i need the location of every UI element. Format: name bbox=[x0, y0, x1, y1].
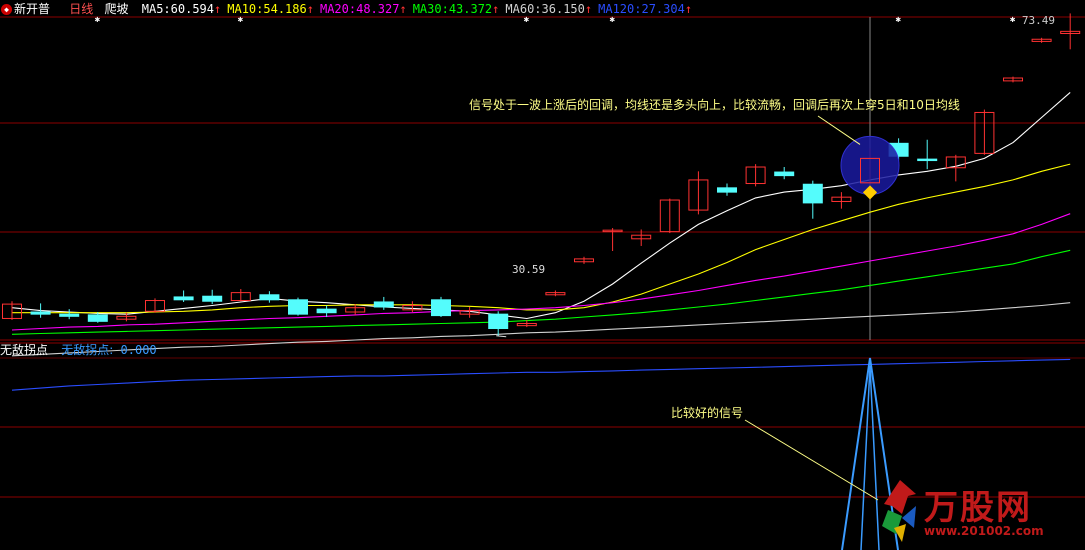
candle-body bbox=[259, 294, 280, 301]
ma-value: 27.304 bbox=[641, 2, 685, 16]
ma-arrow-icon: ↑ bbox=[492, 2, 500, 16]
candle-body bbox=[373, 301, 394, 308]
candle-body bbox=[87, 314, 108, 322]
ma-label: MA5: bbox=[141, 2, 171, 16]
watermark-url: www.201002.com bbox=[924, 524, 1044, 538]
watermark-brand: 万股网 bbox=[924, 488, 1032, 528]
stock-name[interactable]: 新开普 bbox=[14, 0, 50, 18]
ma120-line bbox=[11, 358, 1071, 391]
ma5-line bbox=[11, 91, 1071, 320]
indicator-header: 无敌拐点 无敌拐点: 0.000 bbox=[0, 341, 157, 359]
sub-annotation: 比较好的信号 bbox=[671, 406, 744, 420]
main-annotation: 信号处于一波上涨后的回调，均线还是多头向上，比较流畅，回调后再次上穿5日和10日… bbox=[469, 98, 960, 112]
ma-legend: MA5: 60.594↑ MA10: 54.186↑ MA20: 48.327↑ MA… bbox=[136, 0, 692, 18]
period-label[interactable]: 日线 bbox=[69, 0, 93, 18]
indicator-name[interactable]: 无敌拐点 bbox=[0, 341, 48, 359]
ma10-line bbox=[12, 163, 1071, 314]
candle-body bbox=[202, 295, 223, 302]
ma-arrow-icon: ↑ bbox=[399, 2, 407, 16]
candle-body bbox=[288, 299, 308, 315]
moving-averages bbox=[11, 91, 1071, 391]
chart-stage: ✱ ✱ ✱ ✱ ✱ ✱ ◆ 新开普 日线 爬坡 MA5: 60.594↑ MA10: 54.1… bbox=[0, 0, 1085, 550]
low-pointer bbox=[496, 335, 507, 338]
stock-logo-icon: ◆ bbox=[1, 4, 12, 15]
ma-value: 48.327 bbox=[356, 2, 400, 16]
candle-body bbox=[431, 299, 451, 317]
annotation-leader bbox=[817, 115, 861, 145]
ma60-line bbox=[11, 302, 1071, 357]
ma-label: MA60: bbox=[505, 2, 542, 16]
ma-legend-item: MA30: 43.372↑ bbox=[413, 0, 500, 18]
ma-label: MA10: bbox=[227, 2, 264, 16]
ma-value: 54.186 bbox=[263, 2, 307, 16]
candle-body bbox=[717, 187, 737, 193]
candle-body bbox=[488, 313, 509, 330]
ma-arrow-icon: ↑ bbox=[306, 2, 314, 16]
grid-lines: ✱ ✱ ✱ ✱ ✱ ✱ bbox=[0, 15, 1085, 498]
ma-value: 60.594 bbox=[170, 2, 215, 16]
marker-icon: ✱ bbox=[896, 15, 902, 25]
formula-name[interactable]: 爬坡 bbox=[105, 0, 129, 18]
candle-body bbox=[774, 171, 795, 177]
watermark: 万股网 www.201002.com bbox=[872, 470, 1072, 548]
signal-marks bbox=[496, 115, 900, 338]
ma-legend-item: MA60: 36.150↑ bbox=[505, 0, 592, 18]
sub-annotation-leader bbox=[744, 419, 879, 501]
ma-arrow-icon: ↑ bbox=[214, 2, 222, 16]
ma-arrow-icon: ↑ bbox=[584, 2, 593, 16]
indicator-line-label: 无敌拐点: bbox=[61, 343, 114, 357]
candle-body bbox=[59, 313, 80, 317]
price-high-label: 73.49 bbox=[1021, 14, 1055, 27]
ma-legend-item: MA5: 60.594↑ bbox=[142, 0, 222, 18]
candle-body bbox=[316, 308, 337, 314]
ma-label: MA120: bbox=[598, 2, 642, 16]
ma-label: MA20: bbox=[319, 2, 357, 16]
candle-body bbox=[917, 158, 938, 162]
ma-value: 36.150 bbox=[541, 2, 585, 16]
ma-legend-item: MA10: 54.186↑ bbox=[227, 0, 314, 18]
candles bbox=[2, 13, 1081, 336]
ma-legend-item: MA20: 48.327↑ bbox=[320, 0, 407, 18]
marker-icon: ✱ bbox=[1010, 15, 1016, 25]
ma-legend-item: MA120: 27.304↑ bbox=[598, 0, 692, 18]
main-header: ◆ 新开普 日线 爬坡 MA5: 60.594↑ MA10: 54.186↑ MA20… bbox=[0, 0, 692, 18]
candle-body bbox=[30, 311, 51, 315]
candle-body bbox=[173, 296, 194, 301]
ma-value: 43.372 bbox=[448, 2, 493, 16]
watermark-logo-icon bbox=[882, 480, 916, 542]
low-price-label: 30.59 bbox=[512, 263, 546, 276]
indicator-line-value: 0.000 bbox=[120, 343, 157, 357]
ma-arrow-icon: ↑ bbox=[684, 2, 693, 16]
candle-body bbox=[802, 183, 823, 204]
ma-label: MA30: bbox=[412, 2, 449, 16]
